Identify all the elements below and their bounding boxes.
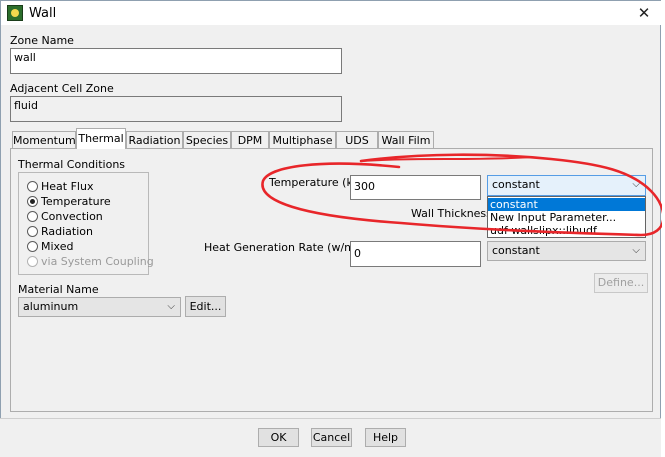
radio-button-icon xyxy=(27,226,38,237)
radio-label: Convection xyxy=(41,210,103,223)
tab-uds[interactable]: UDS xyxy=(336,131,378,149)
thermal-conditions-label: Thermal Conditions xyxy=(18,158,126,171)
dropdown-option-constant[interactable]: constant xyxy=(488,198,645,211)
heat-generation-label: Heat Generation Rate (w/m3) xyxy=(204,241,367,254)
close-icon[interactable]: ✕ xyxy=(633,4,655,22)
adjacent-cell-zone-field: fluid xyxy=(10,96,342,122)
dialog-footer: OK Cancel Help xyxy=(0,418,661,457)
background-window-edge xyxy=(661,0,665,456)
radio-button-icon xyxy=(27,211,38,222)
heat-generation-method-select[interactable]: constant ⌵ xyxy=(487,241,646,261)
edit-material-button[interactable]: Edit... xyxy=(185,296,226,317)
zone-name-field[interactable]: wall xyxy=(10,48,342,74)
radio-selected-icon xyxy=(27,196,38,207)
radio-label: via System Coupling xyxy=(41,255,154,268)
dropdown-option-new-input-parameter[interactable]: New Input Parameter... xyxy=(488,211,645,224)
radio-button-icon xyxy=(27,181,38,192)
radio-label: Radiation xyxy=(41,225,93,238)
temperature-method-dropdown: constant New Input Parameter... udf wall… xyxy=(487,196,646,238)
material-value: aluminum xyxy=(23,300,79,313)
radio-label: Temperature xyxy=(41,195,111,208)
temperature-input[interactable]: 300 xyxy=(350,175,481,200)
radio-button-icon xyxy=(27,241,38,252)
chevron-down-icon: ⌵ xyxy=(632,179,640,190)
radio-label: Mixed xyxy=(41,240,74,253)
dropdown-option-udf[interactable]: udf wallslipx::libudf xyxy=(488,224,645,237)
tab-multiphase[interactable]: Multiphase xyxy=(269,131,336,149)
heat-generation-method-value: constant xyxy=(492,244,540,257)
title-bar[interactable]: Wall ✕ xyxy=(1,1,662,25)
heat-generation-input[interactable]: 0 xyxy=(350,241,481,267)
window-title: Wall xyxy=(29,6,57,21)
tab-wall-film[interactable]: Wall Film xyxy=(378,131,434,149)
cancel-button[interactable]: Cancel xyxy=(311,428,352,447)
tab-species[interactable]: Species xyxy=(183,131,231,149)
tab-thermal[interactable]: Thermal xyxy=(76,128,126,149)
temperature-label: Temperature (k) xyxy=(269,176,358,189)
temperature-method-select[interactable]: constant ⌵ xyxy=(487,175,646,196)
tab-radiation[interactable]: Radiation xyxy=(126,131,183,149)
tab-momentum[interactable]: Momentum xyxy=(12,131,76,149)
material-name-select[interactable]: aluminum ⌵ xyxy=(18,297,181,317)
material-name-label: Material Name xyxy=(18,283,99,296)
adjacent-cell-zone-label: Adjacent Cell Zone xyxy=(10,82,114,95)
chevron-down-icon: ⌵ xyxy=(167,301,175,312)
tab-dpm[interactable]: DPM xyxy=(231,131,269,149)
radio-label: Heat Flux xyxy=(41,180,94,193)
help-button[interactable]: Help xyxy=(365,428,406,447)
define-button: Define... xyxy=(594,273,648,293)
app-icon xyxy=(7,5,23,21)
zone-name-label: Zone Name xyxy=(10,34,74,47)
temperature-method-value: constant xyxy=(492,178,540,191)
wall-dialog: Wall ✕ Zone Name wall Adjacent Cell Zone… xyxy=(0,0,662,456)
chevron-down-icon: ⌵ xyxy=(632,245,640,256)
ok-button[interactable]: OK xyxy=(258,428,299,447)
radio-button-icon xyxy=(27,256,38,267)
